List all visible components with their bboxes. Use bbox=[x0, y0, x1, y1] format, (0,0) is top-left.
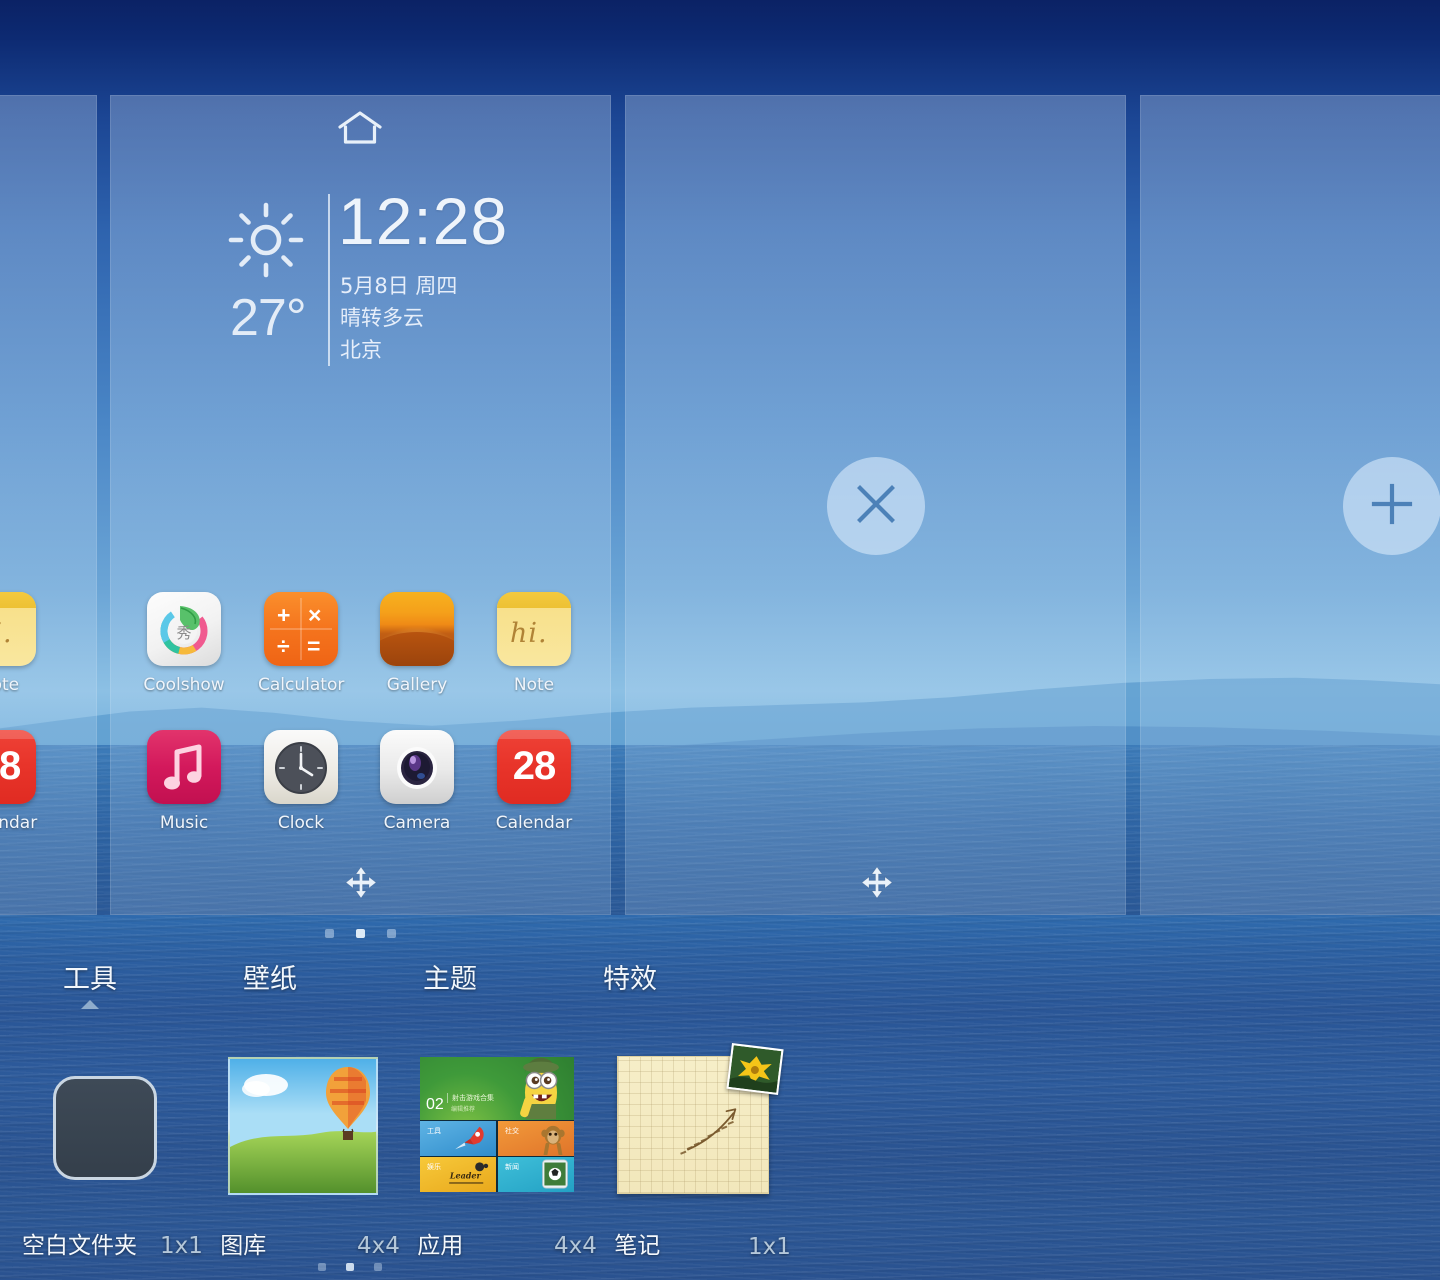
tray-caption-note-widget: 4x4 笔记 bbox=[554, 1226, 660, 1260]
tray-dot-3[interactable] bbox=[374, 1263, 383, 1271]
tab-tools[interactable]: 工具 bbox=[0, 955, 180, 1009]
tray-caption-app-widget: 4x4 应用 bbox=[357, 1226, 463, 1260]
tab-theme[interactable]: 主题 bbox=[360, 955, 540, 1005]
add-screen-button[interactable] bbox=[1343, 457, 1440, 555]
gallery-icon bbox=[380, 592, 454, 666]
screen-pager[interactable] bbox=[0, 925, 721, 943]
app-label: Note bbox=[513, 675, 555, 695]
tile-label: 娱乐 bbox=[427, 1163, 441, 1171]
tray-dot-1[interactable] bbox=[317, 1263, 326, 1271]
note-widget-thumb bbox=[617, 1043, 784, 1194]
tray-widget-name: 笔记 bbox=[614, 1233, 661, 1259]
home-icon[interactable] bbox=[337, 110, 383, 146]
app-widget-tile-entertainment: 娱乐 Leader bbox=[420, 1157, 496, 1192]
calendar-day: 28 bbox=[512, 744, 557, 788]
app-label: Coolshow bbox=[143, 675, 225, 695]
weather-date: 5月8日 周四 bbox=[340, 274, 458, 298]
app-icon-clock[interactable]: Clock bbox=[258, 730, 344, 833]
app-icon-note[interactable]: Note bbox=[491, 592, 577, 695]
move-arrows-icon[interactable] bbox=[857, 866, 897, 900]
tray-caption-trailing-size: 1x1 bbox=[748, 1234, 801, 1260]
app-icon-calendar-partial[interactable]: 28 Calendar bbox=[0, 730, 42, 833]
calendar-icon: 28 bbox=[497, 730, 571, 804]
clock-time: 12:28 bbox=[338, 184, 509, 258]
tile-label: 新闻 bbox=[505, 1163, 519, 1171]
app-widget-tile-tools: 工具 bbox=[420, 1121, 496, 1156]
camera-icon bbox=[380, 730, 454, 804]
tray-widget-size: 4x4 bbox=[554, 1233, 597, 1259]
calendar-icon: 28 bbox=[0, 730, 36, 804]
app-label: Camera bbox=[383, 813, 451, 833]
tray-item-app-widget[interactable]: 02 射击游戏合集 编辑推荐 工具 社交 娱乐 Leader 新闻 bbox=[420, 1057, 574, 1192]
tray-item-blank-folder[interactable] bbox=[53, 1076, 157, 1180]
app-icon-camera[interactable]: Camera bbox=[374, 730, 460, 833]
app-label: Calendar bbox=[495, 813, 573, 833]
featured-subtitle: 编辑推荐 bbox=[451, 1106, 476, 1113]
tray-pager[interactable] bbox=[0, 1258, 700, 1276]
svg-text:秀: 秀 bbox=[176, 624, 191, 642]
svg-text:Leader: Leader bbox=[449, 1170, 482, 1180]
app-label: Music bbox=[159, 813, 209, 833]
featured-number: 02 bbox=[426, 1096, 444, 1113]
tile-label: 工具 bbox=[427, 1127, 441, 1135]
app-label: Clock bbox=[277, 813, 325, 833]
plus-icon bbox=[1368, 480, 1416, 533]
app-label: Note bbox=[0, 675, 20, 695]
clock-icon bbox=[264, 730, 338, 804]
pinned-photo bbox=[726, 1043, 784, 1095]
widget-divider bbox=[328, 194, 330, 366]
note-icon bbox=[0, 592, 36, 666]
temperature-value: 27° bbox=[230, 289, 307, 347]
tray-widget-name: 图库 bbox=[220, 1233, 267, 1259]
tray-widget-size: 4x4 bbox=[357, 1233, 400, 1259]
remove-screen-button[interactable] bbox=[827, 457, 925, 555]
tray-caption-blank-folder: 空白文件夹 bbox=[22, 1226, 137, 1260]
note-icon bbox=[497, 592, 571, 666]
app-label: Gallery bbox=[386, 675, 448, 695]
tile-label: 社交 bbox=[505, 1127, 519, 1135]
coolshow-icon: 秀 bbox=[147, 592, 221, 666]
editor-tabs[interactable]: 工具 壁纸 主题 特效 bbox=[0, 955, 721, 1017]
widget-tray[interactable]: 空白文件夹 1x1 图库 02 射击游戏合集 编辑推荐 工具 社交 娱乐 Lea… bbox=[0, 1018, 1440, 1280]
tray-widget-size: 1x1 bbox=[748, 1234, 791, 1260]
calendar-day: 28 bbox=[0, 744, 21, 788]
app-icon-calendar[interactable]: 28 Calendar bbox=[491, 730, 577, 833]
app-icon-calculator[interactable]: + × ÷ = Calculator bbox=[258, 592, 344, 695]
app-icon-note-partial[interactable]: Note bbox=[0, 592, 42, 695]
tray-dot-2[interactable] bbox=[346, 1263, 354, 1271]
sun-icon bbox=[228, 202, 304, 278]
tray-item-note-widget[interactable] bbox=[617, 1043, 784, 1194]
featured-title: 射击游戏合集 bbox=[447, 1093, 494, 1103]
app-widget-tile-social: 社交 bbox=[498, 1121, 574, 1156]
tab-wallpaper[interactable]: 壁纸 bbox=[180, 955, 360, 1005]
app-widget-featured-tile: 02 射击游戏合集 编辑推荐 bbox=[420, 1057, 574, 1120]
screen-dot-3[interactable] bbox=[387, 929, 397, 939]
music-icon bbox=[147, 730, 221, 804]
app-icon-gallery[interactable]: Gallery bbox=[374, 592, 460, 695]
app-icon-coolshow[interactable]: 秀 Coolshow bbox=[141, 592, 227, 695]
tray-item-gallery[interactable] bbox=[228, 1057, 378, 1195]
move-arrows-icon[interactable] bbox=[341, 866, 381, 900]
app-label: Calendar bbox=[0, 813, 38, 833]
blank-folder-thumb bbox=[53, 1076, 157, 1180]
tray-widget-name: 应用 bbox=[417, 1233, 464, 1259]
close-x-icon bbox=[852, 480, 900, 533]
screen-dot-1[interactable] bbox=[324, 929, 334, 939]
app-icon-music[interactable]: Music bbox=[141, 730, 227, 833]
tray-widget-name: 空白文件夹 bbox=[22, 1233, 137, 1259]
app-widget-thumb: 02 射击游戏合集 编辑推荐 工具 社交 娱乐 Leader 新闻 bbox=[420, 1057, 574, 1192]
tab-effects[interactable]: 特效 bbox=[540, 955, 720, 1005]
app-label: Calculator bbox=[258, 675, 345, 695]
weather-city: 北京 bbox=[340, 338, 382, 362]
screen-dot-2[interactable] bbox=[356, 929, 365, 939]
gallery-widget-thumb bbox=[228, 1057, 378, 1195]
weather-clock-widget[interactable]: 27° 12:28 5月8日 周四 晴转多云 北京 bbox=[210, 184, 510, 380]
tray-widget-size: 1x1 bbox=[160, 1233, 203, 1259]
app-widget-tile-news: 新闻 bbox=[498, 1157, 574, 1192]
calculator-icon: + × ÷ = bbox=[264, 592, 338, 666]
tray-caption-gallery: 1x1 图库 bbox=[160, 1226, 266, 1260]
weather-condition: 晴转多云 bbox=[340, 306, 424, 330]
